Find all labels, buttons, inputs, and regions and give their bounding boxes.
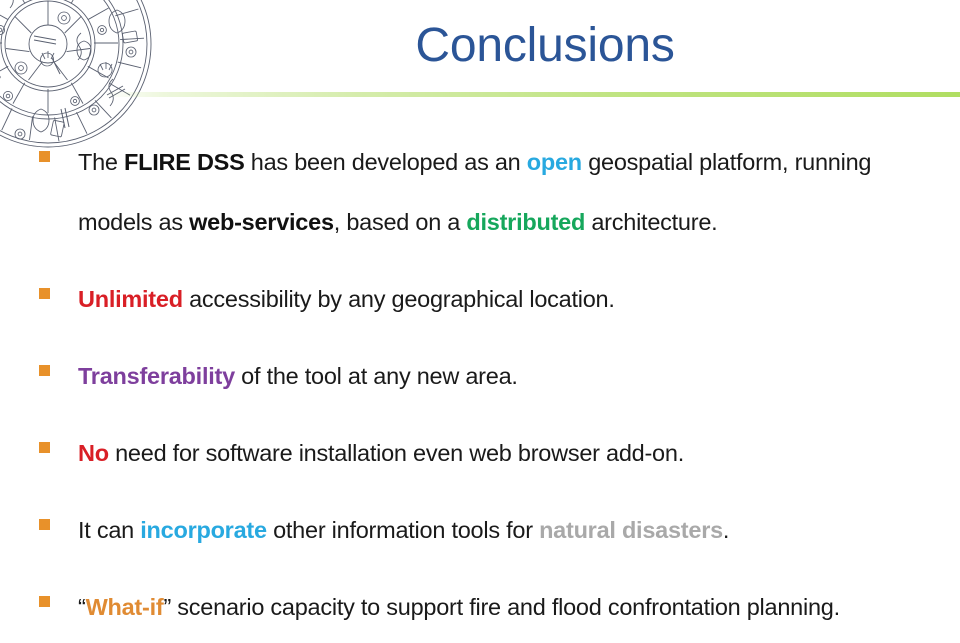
text-run: “	[78, 594, 86, 620]
text-run: The	[78, 149, 125, 175]
list-item: “What-if” scenario capacity to support f…	[0, 577, 960, 637]
text-run: .	[722, 517, 730, 543]
text-run: natural disasters	[539, 517, 723, 543]
list-item: The FLIRE DSS has been developed as an o…	[0, 132, 960, 252]
bullet-square-icon	[39, 151, 50, 162]
text-run: No	[78, 440, 109, 466]
text-run: FLIRE DSS	[124, 149, 245, 175]
bullet-text: Transferability of the tool at any new a…	[78, 363, 518, 389]
text-run: ”	[163, 594, 172, 620]
page-title: Conclusions	[415, 19, 675, 72]
title-divider-rule	[104, 92, 960, 97]
text-run: What-if	[85, 594, 164, 620]
text-run: scenario capacity to support fire and fl…	[171, 594, 840, 620]
text-run: Unlimited	[78, 286, 183, 312]
text-run: accessibility by any geographical locati…	[182, 286, 615, 312]
text-run: It can	[78, 517, 141, 543]
list-item: No need for software installation even w…	[0, 423, 960, 483]
text-run: other information tools for	[266, 517, 540, 543]
slide-title-bar: Conclusions	[0, 8, 960, 90]
bullet-text: It can incorporate other information too…	[78, 517, 729, 543]
text-run: has been developed as an	[244, 149, 527, 175]
bullet-square-icon	[39, 365, 50, 376]
text-run: architecture.	[585, 209, 718, 235]
text-run: open	[526, 149, 582, 175]
text-run: , based on a	[333, 209, 467, 235]
list-item: It can incorporate other information too…	[0, 500, 960, 560]
text-run: web-services	[189, 209, 334, 235]
bullet-text: The FLIRE DSS has been developed as an o…	[78, 149, 871, 235]
bullet-text: No need for software installation even w…	[78, 440, 684, 466]
text-run: distributed	[466, 209, 586, 235]
text-run: of the tool at any new area.	[234, 363, 518, 389]
bullet-list: The FLIRE DSS has been developed as an o…	[0, 132, 960, 643]
bullet-text: “What-if” scenario capacity to support f…	[78, 594, 840, 620]
list-item: Unlimited accessibility by any geographi…	[0, 269, 960, 329]
bullet-square-icon	[39, 596, 50, 607]
bullet-text: Unlimited accessibility by any geographi…	[78, 286, 615, 312]
text-run: incorporate	[140, 517, 267, 543]
text-run: Transferability	[78, 363, 235, 389]
bullet-square-icon	[39, 442, 50, 453]
presentation-slide: Conclusions The FLIRE DSS has been devel…	[0, 0, 960, 643]
bullet-square-icon	[39, 519, 50, 530]
text-run: need for software installation even web …	[108, 440, 684, 466]
list-item: Transferability of the tool at any new a…	[0, 346, 960, 406]
bullet-square-icon	[39, 288, 50, 299]
